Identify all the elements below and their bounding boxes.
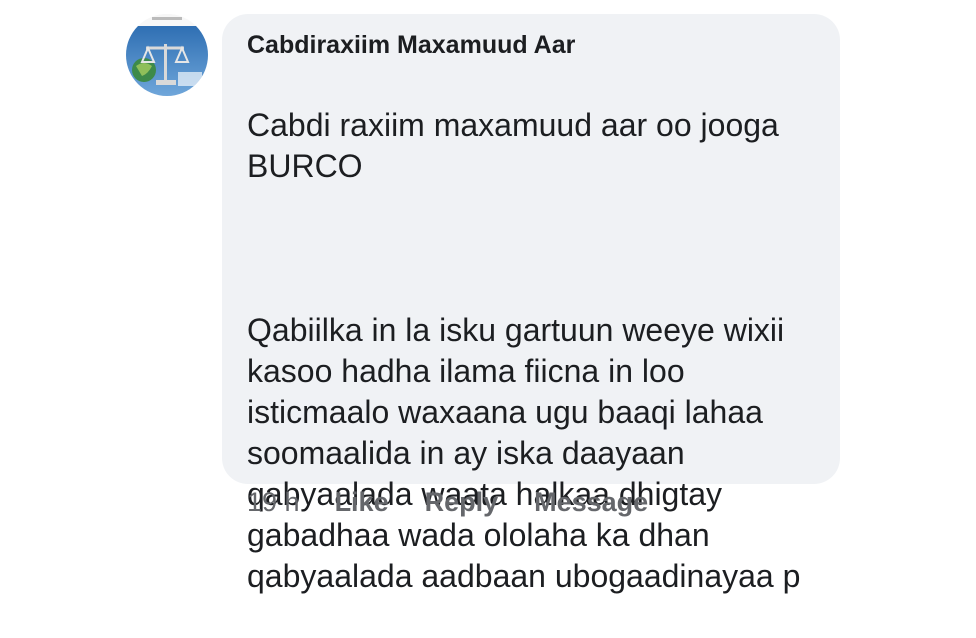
reply-button[interactable]: Reply — [425, 487, 499, 518]
comment-text: Cabdi raxiim maxamuud aar oo jooga BURCO… — [247, 64, 832, 638]
comment-paragraph: Cabdi raxiim maxamuud aar oo jooga BURCO — [247, 107, 779, 184]
comment-bubble: Cabdiraxiim Maxamuud Aar Cabdi raxiim ma… — [222, 14, 840, 594]
avatar[interactable] — [126, 14, 208, 96]
like-button[interactable]: Like — [335, 487, 389, 518]
comment: Cabdiraxiim Maxamuud Aar Cabdi raxiim ma… — [0, 0, 976, 594]
profile-photo-icon — [126, 14, 208, 96]
comment-actions: 19 h Like Reply Message — [247, 487, 684, 518]
comment-paragraph: Qabiilka in la isku gartuun weeye wixii … — [247, 312, 801, 594]
timestamp[interactable]: 19 h — [247, 487, 300, 518]
message-button[interactable]: Message — [534, 487, 648, 518]
comment-author[interactable]: Cabdiraxiim Maxamuud Aar — [247, 31, 575, 60]
